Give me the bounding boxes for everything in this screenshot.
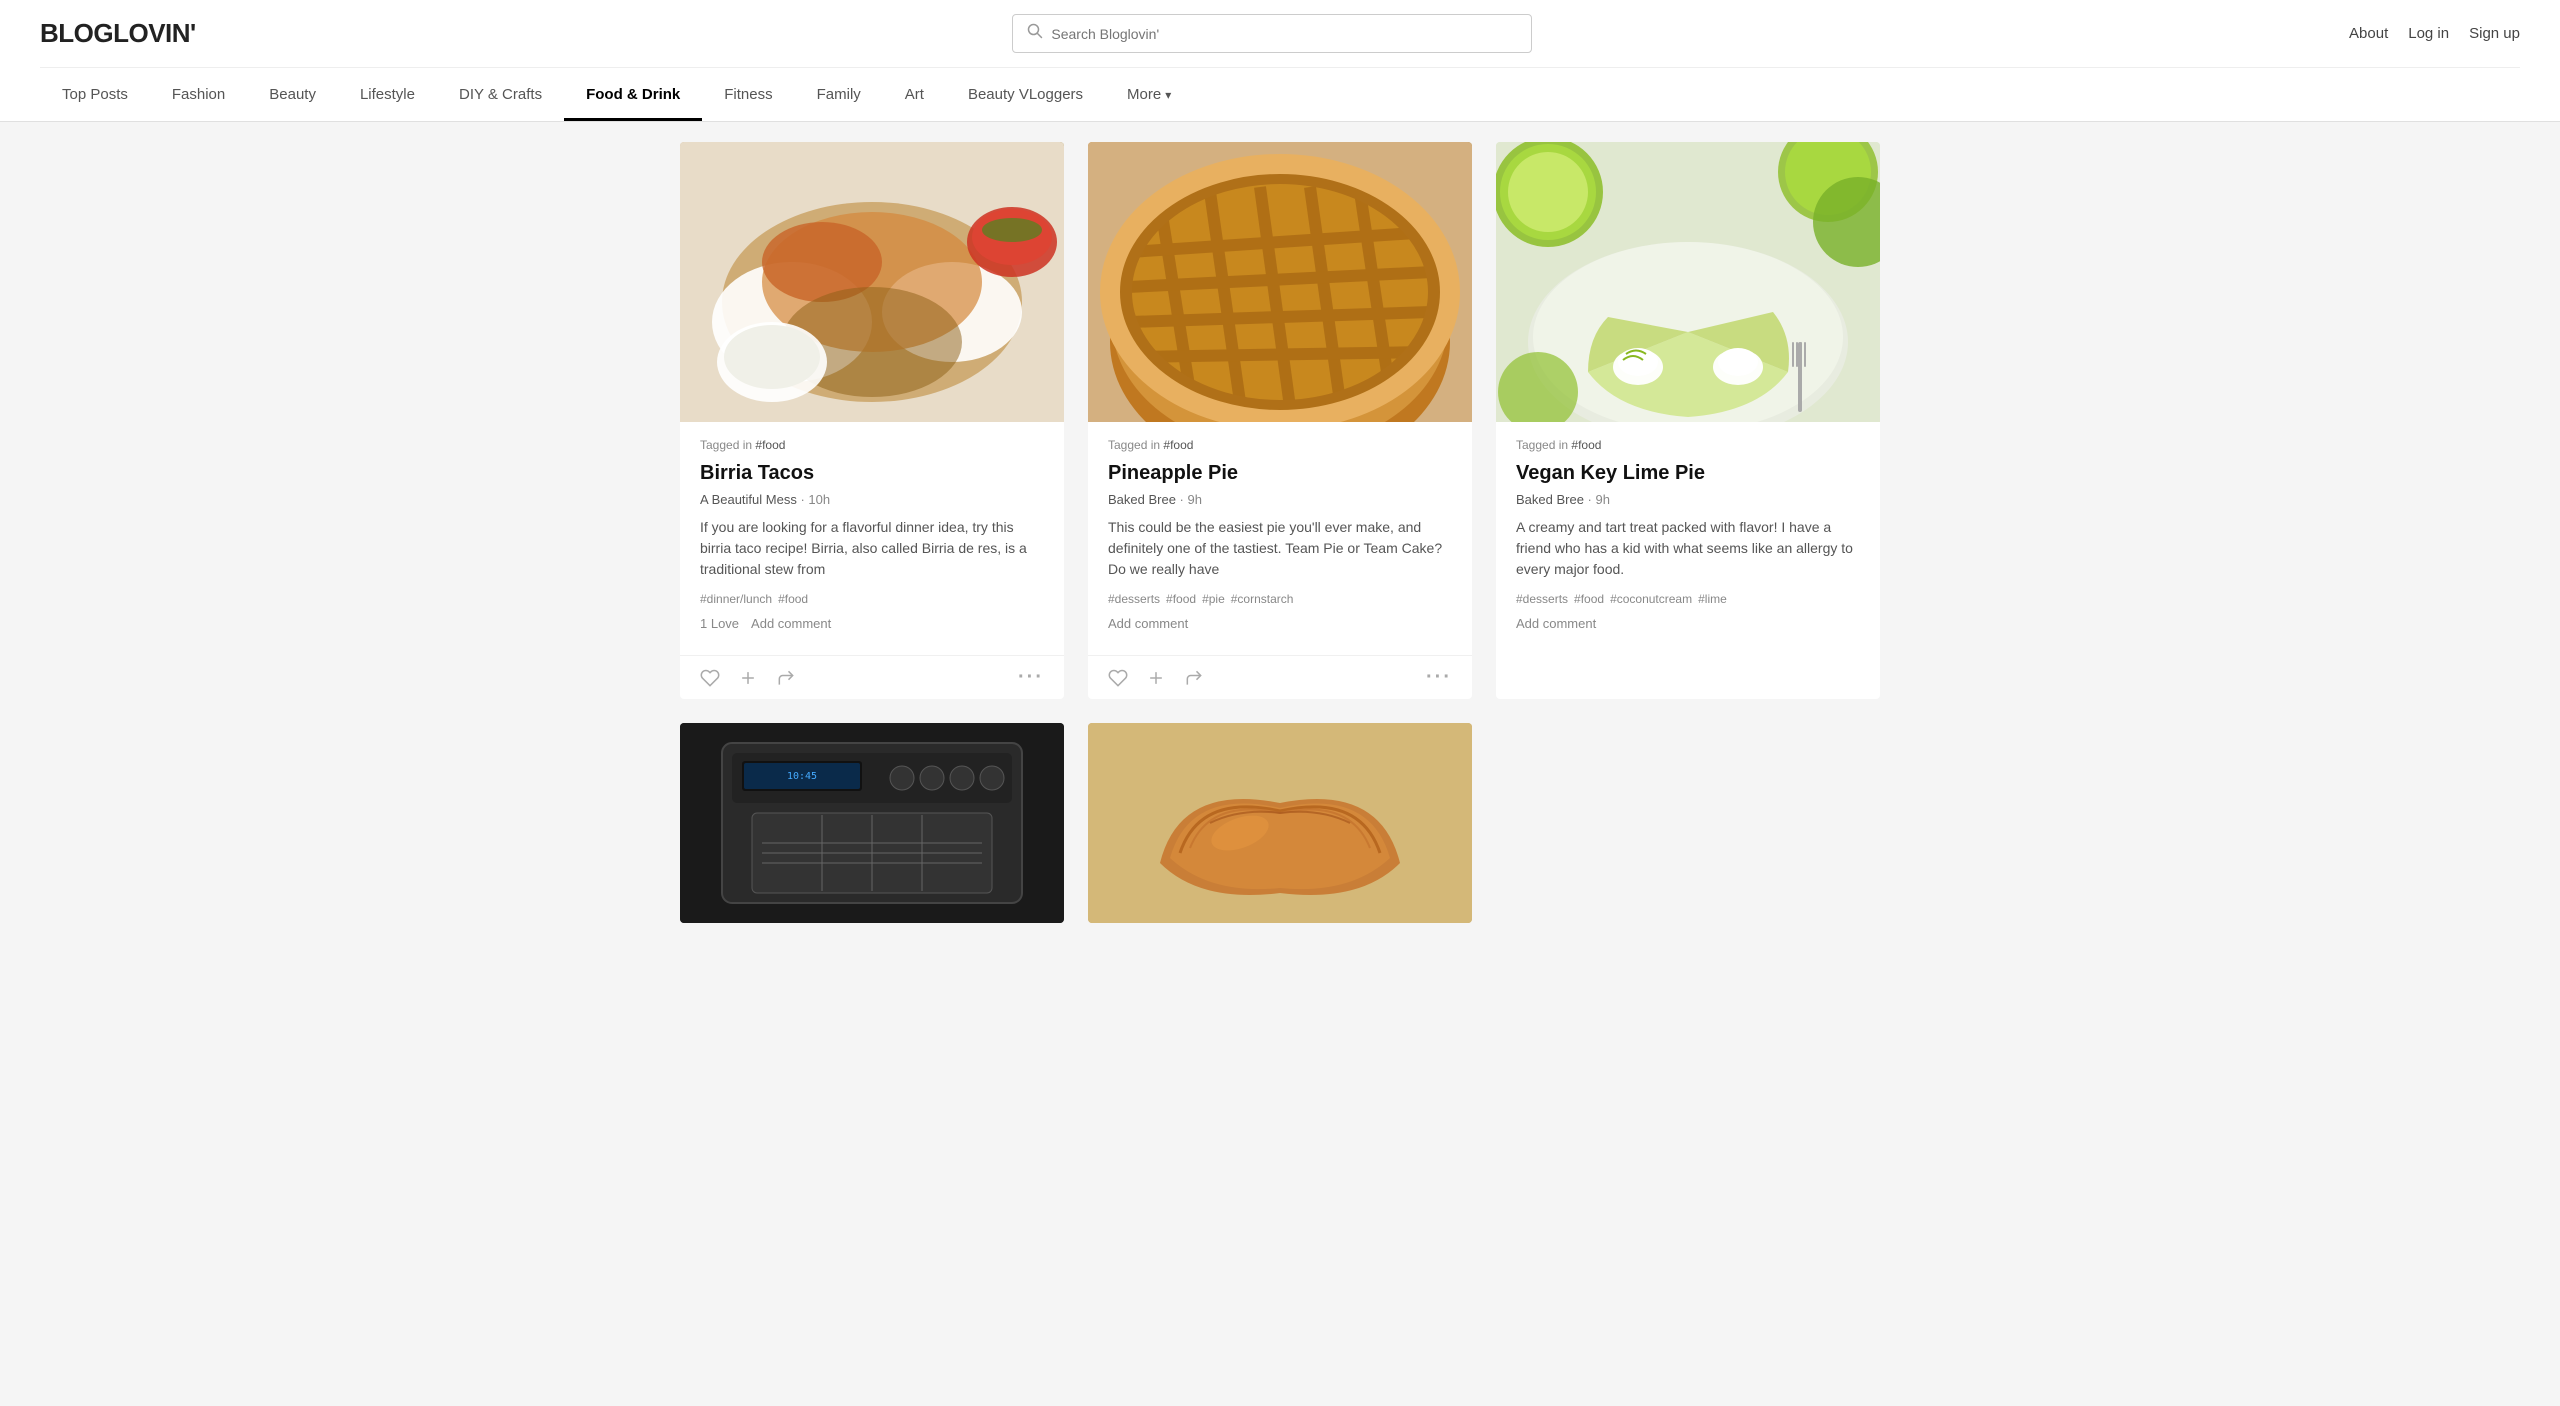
search-bar (1012, 14, 1532, 53)
add-button[interactable] (738, 668, 758, 688)
post-card-pineapple-pie: Tagged in #food Pineapple Pie Baked Bree… (1088, 142, 1472, 699)
post-tag-food[interactable]: #food (1166, 592, 1196, 606)
food-tag-link[interactable]: #food (1571, 438, 1601, 452)
post-actions-row: Add comment (1516, 616, 1860, 631)
post-excerpt: If you are looking for a flavorful dinne… (700, 517, 1044, 580)
more-options-button[interactable]: ··· (1018, 666, 1044, 689)
post-tags: #desserts #food #pie #cornstarch (1108, 592, 1452, 606)
post-actions-row: 1 Love Add comment (700, 616, 1044, 631)
nav-art[interactable]: Art (883, 68, 946, 121)
post-image-vegan-key-lime[interactable] (1496, 142, 1880, 422)
post-card-appliance: 10:45 (680, 723, 1064, 923)
post-tag-coconut[interactable]: #coconutcream (1610, 592, 1692, 606)
add-comment-link[interactable]: Add comment (1108, 616, 1188, 631)
chevron-down-icon: ▾ (1165, 88, 1171, 102)
main-content: Tagged in #food Birria Tacos A Beautiful… (640, 122, 1920, 943)
more-options-button[interactable]: ··· (1426, 666, 1452, 689)
nav-diy[interactable]: DIY & Crafts (437, 68, 564, 121)
login-link[interactable]: Log in (2408, 25, 2449, 42)
post-image-pineapple-pie[interactable] (1088, 142, 1472, 422)
signup-link[interactable]: Sign up (2469, 25, 2520, 42)
post-tag-pie[interactable]: #pie (1202, 592, 1225, 606)
search-input[interactable] (1051, 26, 1517, 42)
post-meta: A Beautiful Mess · 10h (700, 492, 1044, 507)
site-logo[interactable]: BLOGLOVIN' (40, 18, 196, 49)
tagged-in-label: Tagged in #food (1516, 438, 1860, 452)
loves-count: 1 Love (700, 616, 739, 631)
nav-more[interactable]: More ▾ (1105, 68, 1193, 121)
post-source[interactable]: Baked Bree (1108, 492, 1176, 507)
post-tag-food[interactable]: #food (778, 592, 808, 606)
nav-top-posts[interactable]: Top Posts (40, 68, 150, 121)
post-tag-desserts[interactable]: #desserts (1516, 592, 1568, 606)
post-tags: #dinner/lunch #food (700, 592, 1044, 606)
search-icon (1027, 23, 1043, 44)
tagged-in-label: Tagged in #food (1108, 438, 1452, 452)
post-time: 10h (808, 492, 830, 507)
nav-beauty[interactable]: Beauty (247, 68, 338, 121)
post-tag-cornstarch[interactable]: #cornstarch (1231, 592, 1294, 606)
nav-fashion[interactable]: Fashion (150, 68, 247, 121)
site-header: BLOGLOVIN' About Log in Sign up Top Post… (0, 0, 2560, 122)
tagged-in-label: Tagged in #food (700, 438, 1044, 452)
nav-fitness[interactable]: Fitness (702, 68, 794, 121)
add-comment-link[interactable]: Add comment (1516, 616, 1596, 631)
nav-lifestyle[interactable]: Lifestyle (338, 68, 437, 121)
post-tag-food[interactable]: #food (1574, 592, 1604, 606)
main-nav: Top Posts Fashion Beauty Lifestyle DIY &… (40, 67, 2520, 121)
add-comment-link[interactable]: Add comment (751, 616, 831, 631)
svg-text:10:45: 10:45 (787, 771, 817, 782)
post-image-croissant[interactable] (1088, 723, 1472, 923)
share-button[interactable] (1184, 668, 1204, 688)
post-actions-row: Add comment (1108, 616, 1452, 631)
nav-family[interactable]: Family (795, 68, 883, 121)
post-meta: Baked Bree · 9h (1108, 492, 1452, 507)
post-image-appliance[interactable]: 10:45 (680, 723, 1064, 923)
post-excerpt: This could be the easiest pie you'll eve… (1108, 517, 1452, 580)
post-tags: #desserts #food #coconutcream #lime (1516, 592, 1860, 606)
post-meta: Baked Bree · 9h (1516, 492, 1860, 507)
post-card-croissant (1088, 723, 1472, 923)
post-time: 9h (1596, 492, 1610, 507)
post-image-birria-tacos[interactable] (680, 142, 1064, 422)
nav-beauty-vloggers[interactable]: Beauty VLoggers (946, 68, 1105, 121)
post-source[interactable]: Baked Bree (1516, 492, 1584, 507)
like-button[interactable] (1108, 668, 1128, 688)
like-button[interactable] (700, 668, 720, 688)
post-tag-dinner[interactable]: #dinner/lunch (700, 592, 772, 606)
food-tag-link[interactable]: #food (1163, 438, 1193, 452)
post-time: 9h (1188, 492, 1202, 507)
post-tag-lime[interactable]: #lime (1698, 592, 1727, 606)
about-link[interactable]: About (2349, 25, 2388, 42)
posts-grid: Tagged in #food Birria Tacos A Beautiful… (680, 142, 1880, 699)
bottom-posts-row: 10:45 (680, 723, 1880, 923)
post-title[interactable]: Pineapple Pie (1108, 460, 1452, 486)
post-title[interactable]: Vegan Key Lime Pie (1516, 460, 1860, 486)
nav-food[interactable]: Food & Drink (564, 68, 702, 121)
post-excerpt: A creamy and tart treat packed with flav… (1516, 517, 1860, 580)
post-toolbar: ··· (1088, 655, 1472, 699)
post-card-birria-tacos: Tagged in #food Birria Tacos A Beautiful… (680, 142, 1064, 699)
post-toolbar: ··· (680, 655, 1064, 699)
share-button[interactable] (776, 668, 796, 688)
post-card-vegan-key-lime: Tagged in #food Vegan Key Lime Pie Baked… (1496, 142, 1880, 699)
post-card-empty (1496, 723, 1880, 923)
post-source[interactable]: A Beautiful Mess (700, 492, 797, 507)
header-links: About Log in Sign up (2349, 25, 2520, 42)
add-button[interactable] (1146, 668, 1166, 688)
post-title[interactable]: Birria Tacos (700, 460, 1044, 486)
post-tag-desserts[interactable]: #desserts (1108, 592, 1160, 606)
food-tag-link[interactable]: #food (755, 438, 785, 452)
